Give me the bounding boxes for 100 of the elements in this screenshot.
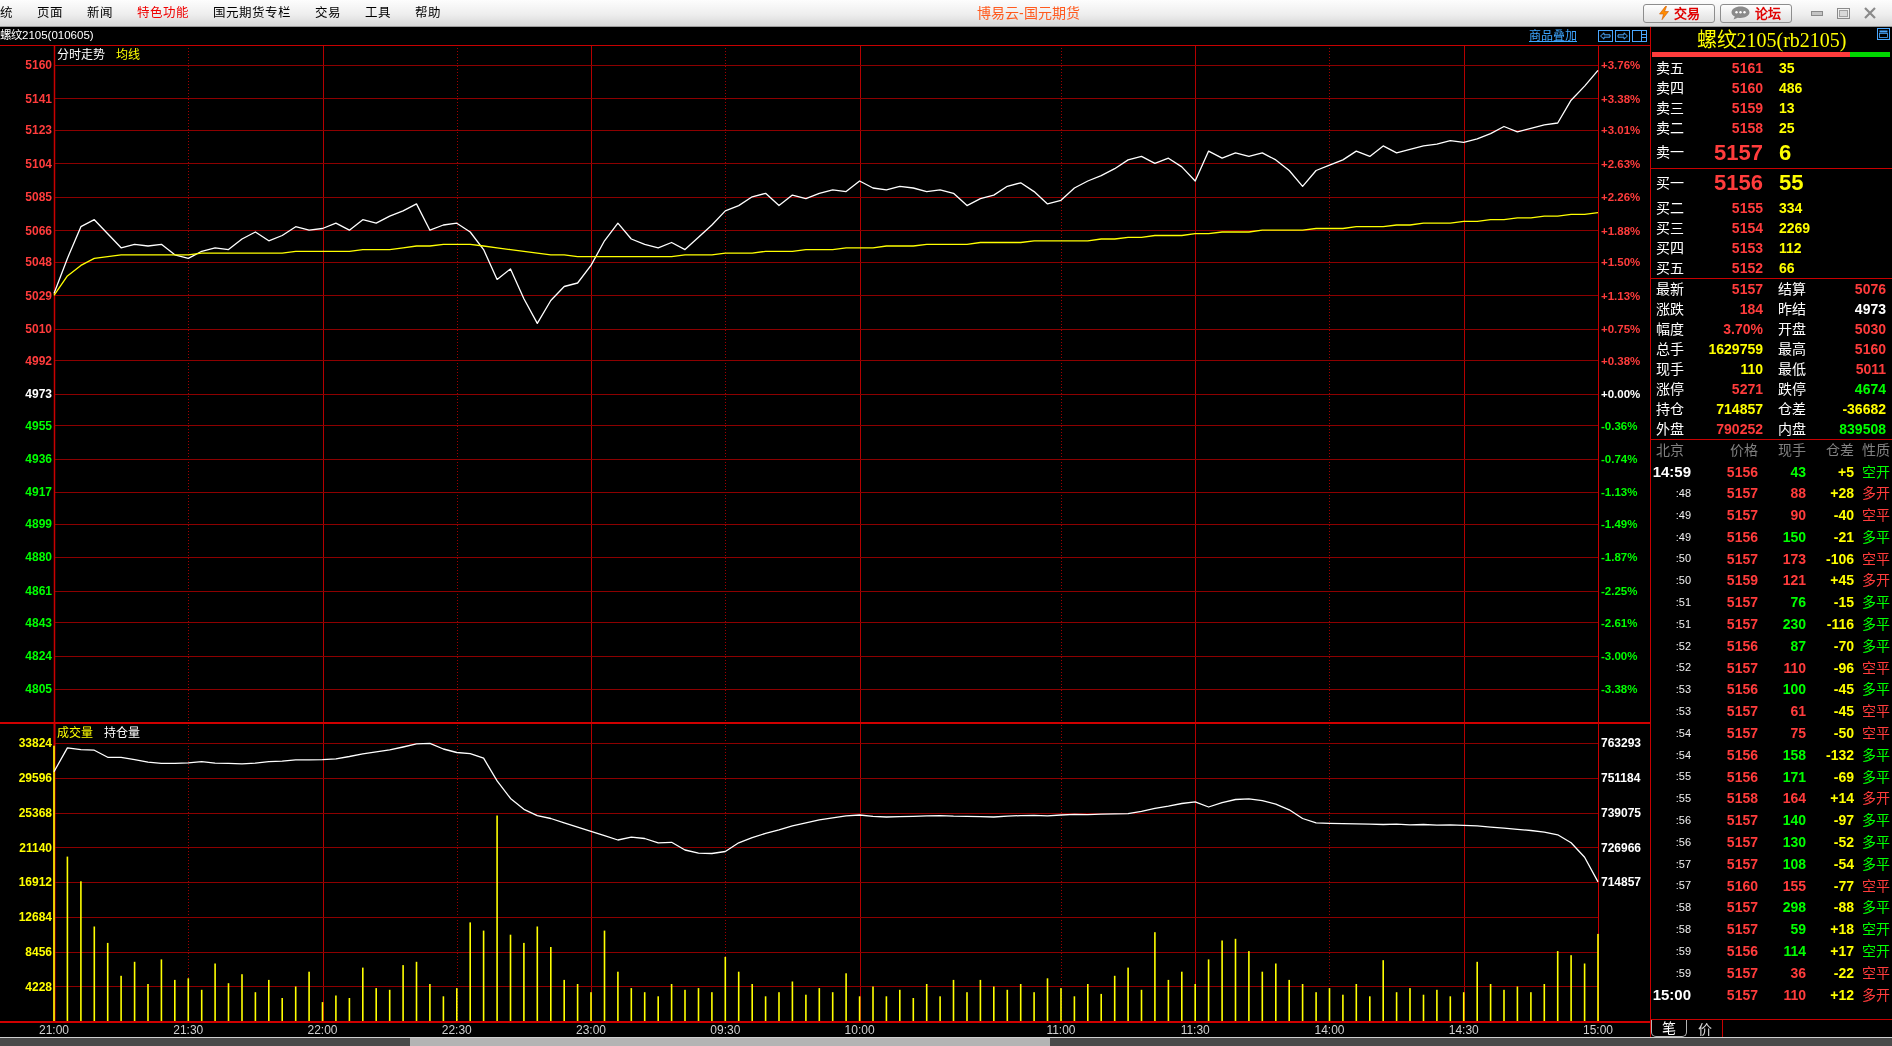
trade-price: 5158 bbox=[1726, 790, 1758, 808]
trade-button[interactable]: 交易 bbox=[1643, 3, 1715, 23]
trade-type: 多平 bbox=[1862, 746, 1890, 764]
percent-axis-label: +0.00% bbox=[1601, 388, 1641, 400]
trade-time: :58 bbox=[1675, 901, 1691, 915]
trade-time: :49 bbox=[1675, 508, 1691, 523]
trade-price: 5156 bbox=[1726, 768, 1758, 786]
trade-price: 5157 bbox=[1726, 855, 1758, 873]
trade-price: 5160 bbox=[1726, 877, 1758, 895]
column-header: 北京 bbox=[1656, 442, 1684, 459]
trade-type: 多平 bbox=[1862, 681, 1890, 699]
close-icon[interactable] bbox=[1864, 7, 1876, 19]
percent-axis-label: -1.49% bbox=[1601, 518, 1638, 531]
speech-bubble-icon bbox=[1731, 6, 1750, 20]
menu-item[interactable]: 帮助 bbox=[415, 5, 441, 21]
trade-price: 5156 bbox=[1726, 528, 1758, 546]
volume-axis-label: 8456 bbox=[25, 944, 52, 959]
position-change: +45 bbox=[1830, 572, 1854, 590]
trade-price: 5157 bbox=[1726, 594, 1758, 612]
order-volume: 35 bbox=[1779, 59, 1795, 77]
quote-field-value: 5076 bbox=[1854, 280, 1886, 298]
panel-layout-icon[interactable] bbox=[1632, 30, 1647, 42]
window-icon[interactable] bbox=[1877, 28, 1890, 40]
overlay-link[interactable]: 商品叠加 bbox=[1529, 28, 1577, 44]
trade-type: 空平 bbox=[1862, 725, 1890, 742]
order-volume: 334 bbox=[1779, 199, 1803, 217]
trade-volume: 90 bbox=[1790, 507, 1806, 524]
volume-axis-label: 4228 bbox=[25, 979, 52, 994]
position-change: -69 bbox=[1833, 768, 1854, 786]
volume-axis-label: 33824 bbox=[18, 736, 52, 751]
trade-type: 多平 bbox=[1862, 834, 1890, 851]
quote-field-value: 4674 bbox=[1854, 380, 1886, 398]
position-change: -97 bbox=[1833, 812, 1854, 830]
order-price: 5159 bbox=[1731, 99, 1763, 117]
minimize-icon[interactable] bbox=[1811, 10, 1823, 16]
trade-price: 5157 bbox=[1726, 703, 1758, 721]
trade-time: :53 bbox=[1675, 705, 1691, 719]
trade-time: :51 bbox=[1675, 617, 1691, 632]
trade-volume: 114 bbox=[1783, 943, 1806, 960]
maximize-icon[interactable] bbox=[1837, 7, 1850, 19]
volume-axis-label: 12684 bbox=[18, 910, 52, 925]
quote-field-value: 110 bbox=[1740, 360, 1763, 378]
position-change: -88 bbox=[1833, 899, 1854, 917]
price-axis-label: 4805 bbox=[25, 682, 52, 697]
scrollbar[interactable] bbox=[0, 1037, 1892, 1046]
trade-type: 空平 bbox=[1862, 877, 1890, 895]
trade-type: 空平 bbox=[1862, 659, 1890, 677]
quote-field-label: 内盘 bbox=[1778, 420, 1806, 438]
menu-item[interactable]: 新闻 bbox=[87, 5, 113, 21]
quote-field-label: 外盘 bbox=[1656, 420, 1684, 438]
order-volume: 66 bbox=[1779, 259, 1795, 277]
trade-time: :57 bbox=[1675, 857, 1691, 871]
quote-field-label: 最低 bbox=[1778, 360, 1806, 378]
price-axis-label: 5066 bbox=[25, 223, 52, 238]
trade-price: 5156 bbox=[1726, 681, 1758, 699]
position-change: -40 bbox=[1833, 507, 1854, 524]
trade-price: 5157 bbox=[1726, 834, 1758, 851]
trade-type: 多平 bbox=[1862, 594, 1890, 612]
left-arrow-icon[interactable] bbox=[1598, 30, 1613, 42]
quote-field-value: 3.70% bbox=[1723, 320, 1763, 338]
percent-axis-label: +1.88% bbox=[1601, 224, 1641, 237]
trade-price: 5157 bbox=[1726, 725, 1758, 742]
order-level-label: 卖一 bbox=[1656, 144, 1684, 162]
price-axis-label: 5029 bbox=[25, 288, 52, 303]
menu-item[interactable]: 页面 bbox=[37, 5, 63, 21]
percent-axis-label: +3.01% bbox=[1601, 124, 1641, 137]
column-header: 性质 bbox=[1862, 442, 1890, 459]
price-axis-label: 4880 bbox=[25, 550, 52, 565]
trade-type: 多平 bbox=[1862, 812, 1890, 830]
legend-label: 持仓量 bbox=[104, 726, 140, 740]
menu-item[interactable]: 特色功能 bbox=[137, 5, 189, 21]
menu-item[interactable]: 交易 bbox=[315, 5, 341, 21]
quote-field-label: 总手 bbox=[1656, 340, 1684, 358]
trade-price: 5157 bbox=[1726, 507, 1758, 524]
position-change: -54 bbox=[1833, 855, 1854, 873]
percent-axis-label: +1.50% bbox=[1601, 256, 1641, 269]
trade-time: :55 bbox=[1675, 792, 1691, 806]
trade-price: 5157 bbox=[1726, 616, 1758, 633]
legend-label: 分时走势 bbox=[57, 48, 105, 62]
menu-item[interactable]: 工具 bbox=[365, 5, 391, 21]
trade-time: :50 bbox=[1675, 552, 1691, 566]
trade-volume: 130 bbox=[1782, 834, 1806, 851]
trade-volume: 87 bbox=[1790, 637, 1806, 655]
trade-price: 5156 bbox=[1726, 943, 1758, 960]
time-axis-label: 22:00 bbox=[307, 1023, 338, 1037]
trade-time: :59 bbox=[1675, 966, 1691, 980]
tab[interactable]: 笔 bbox=[1651, 1020, 1687, 1037]
trade-time: :56 bbox=[1675, 835, 1691, 850]
menu-item[interactable]: 统 bbox=[0, 5, 13, 21]
quote-field-label: 开盘 bbox=[1778, 320, 1806, 338]
trade-volume: 155 bbox=[1782, 877, 1806, 895]
right-arrow-icon[interactable] bbox=[1615, 30, 1630, 42]
percent-axis-label: -2.61% bbox=[1601, 616, 1638, 629]
menu-item[interactable]: 国元期货专栏 bbox=[213, 5, 291, 21]
trade-type: 空开 bbox=[1862, 921, 1890, 939]
position-change: -96 bbox=[1833, 659, 1854, 677]
price-axis-label: 5104 bbox=[25, 156, 52, 171]
trade-type: 多开 bbox=[1862, 572, 1890, 590]
forum-button[interactable]: 论坛 bbox=[1720, 3, 1792, 23]
trade-time: :56 bbox=[1675, 814, 1691, 828]
